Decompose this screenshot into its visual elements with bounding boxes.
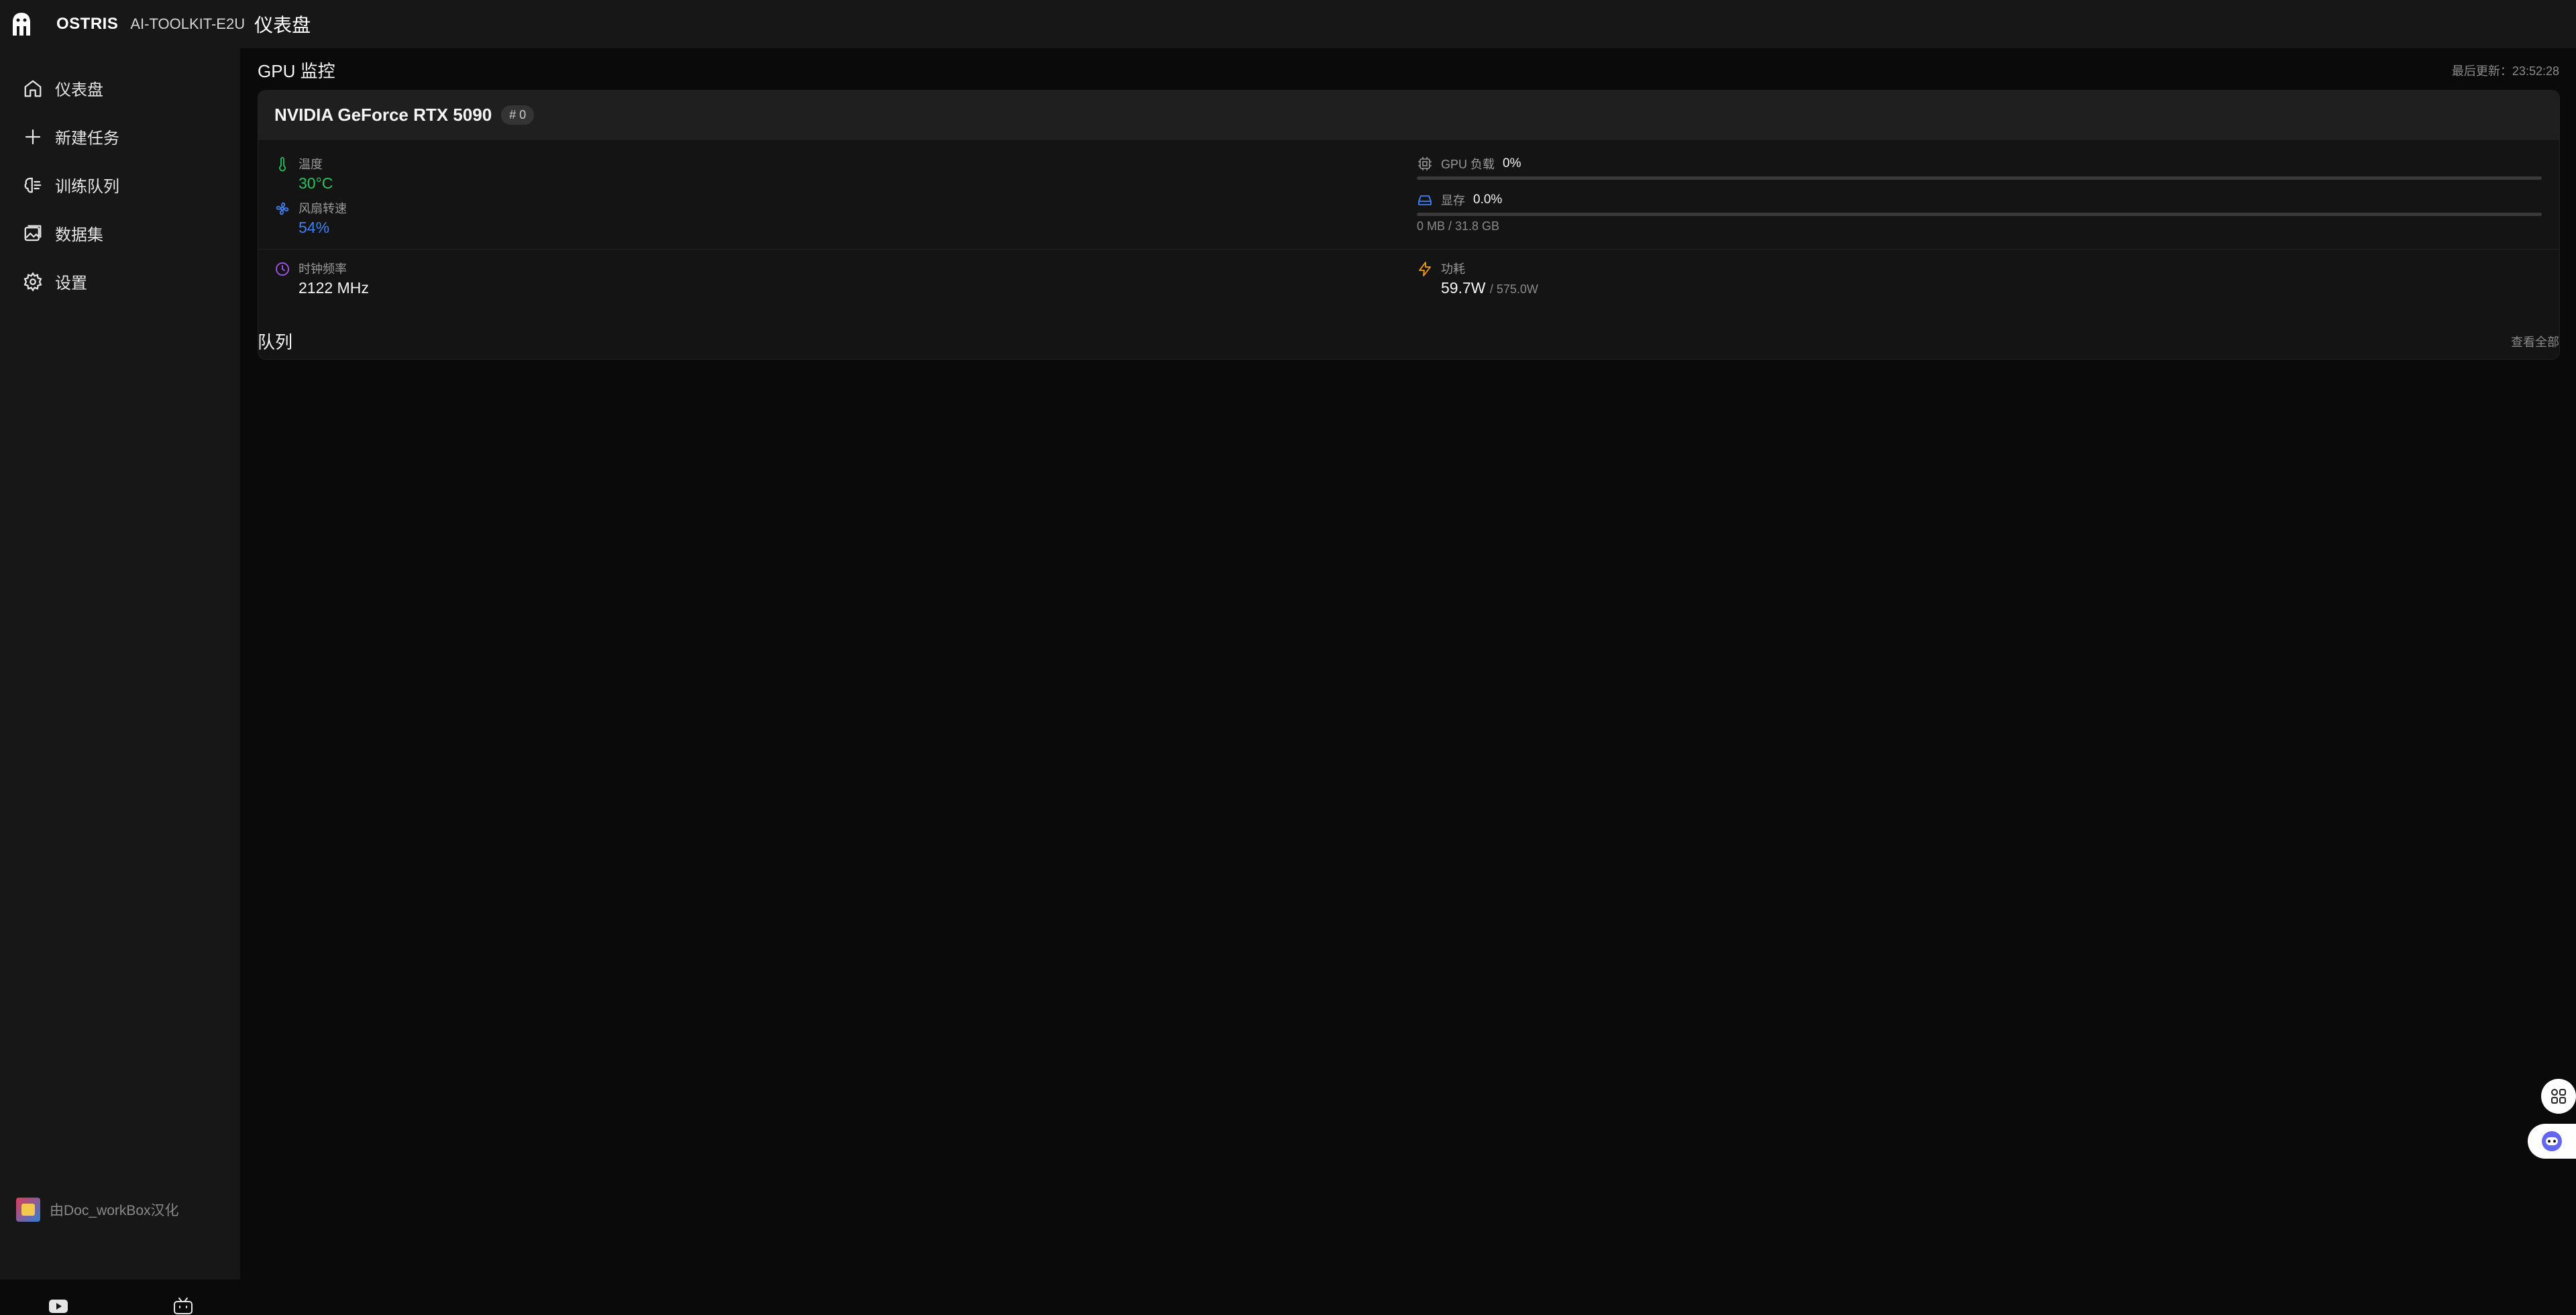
brand-name: OSTRIS bbox=[56, 15, 119, 33]
page-title: 仪表盘 bbox=[254, 15, 311, 36]
memory-icon bbox=[1418, 195, 1432, 205]
ostris-logo-icon[interactable] bbox=[11, 11, 33, 38]
sidebar-item-datasets[interactable]: 数据集 bbox=[23, 221, 103, 245]
chip-icon bbox=[1418, 157, 1432, 170]
grid-icon bbox=[2551, 1089, 2566, 1104]
sidebar-item-label: 仪表盘 bbox=[55, 81, 103, 99]
sidebar-item-settings[interactable]: 设置 bbox=[23, 270, 87, 293]
sidebar-item-training-queue[interactable]: 训练队列 bbox=[23, 173, 119, 197]
fan-icon bbox=[276, 202, 289, 215]
translate-float-button[interactable] bbox=[2541, 1079, 2576, 1114]
power-reading: 59.7W / 575.0W bbox=[1441, 279, 1538, 297]
gpu-name: NVIDIA GeForce RTX 5090 bbox=[274, 104, 492, 125]
robot-icon bbox=[2542, 1131, 2562, 1151]
vram-bar bbox=[1417, 213, 2542, 216]
sidebar-item-label: 设置 bbox=[55, 274, 87, 293]
power-value: 59.7W bbox=[1441, 279, 1486, 297]
images-icon bbox=[24, 225, 42, 241]
gear-icon bbox=[23, 271, 42, 292]
vram-detail: 0 MB / 31.8 GB bbox=[1417, 219, 1500, 233]
localization-credit[interactable]: 由Doc_workBox汉化 bbox=[16, 1198, 179, 1222]
thermometer-icon bbox=[279, 157, 286, 172]
power-label: 功耗 bbox=[1441, 262, 1465, 276]
lightning-icon bbox=[1419, 262, 1431, 276]
gpu-card: NVIDIA GeForce RTX 5090 # 0 温度 30°C 风扇转速… bbox=[258, 90, 2560, 360]
last-update-timestamp: 最后更新：23:52:28 bbox=[2451, 64, 2559, 78]
queue-title: 队列 bbox=[258, 332, 293, 352]
vram-label: 显存 bbox=[1441, 194, 1465, 207]
main-content: GPU 监控 最后更新：23:52:28 NVIDIA GeForce RTX … bbox=[240, 48, 2576, 1279]
gpu-monitor-title: GPU 监控 bbox=[258, 61, 335, 81]
temperature-metric: 温度 30°C bbox=[274, 155, 333, 193]
plus-icon bbox=[25, 129, 41, 144]
sidebar: 仪表盘 新建任务 训练队列 数据集 设置 由Doc_workBox汉化 bbox=[0, 48, 240, 1314]
clock-icon bbox=[276, 262, 289, 276]
sidebar-item-label: 数据集 bbox=[55, 226, 103, 244]
product-name: AI-TOOLKIT-E2U bbox=[130, 15, 246, 32]
temperature-label: 温度 bbox=[299, 158, 323, 171]
gpu-load-bar bbox=[1417, 176, 2542, 180]
credit-label: 由Doc_workBox汉化 bbox=[50, 1203, 179, 1218]
bilibili-icon[interactable] bbox=[173, 1298, 193, 1315]
clock-label: 时钟频率 bbox=[299, 262, 347, 276]
sidebar-item-new-job[interactable]: 新建任务 bbox=[23, 125, 119, 148]
fan-speed-metric: 风扇转速 54% bbox=[274, 199, 347, 237]
clock-metric: 时钟频率 2122 MHz bbox=[274, 260, 369, 297]
home-icon bbox=[24, 80, 42, 97]
vram-value: 0.0% bbox=[1473, 193, 1503, 207]
gpu-card-divider bbox=[258, 249, 2559, 250]
credit-avatar bbox=[16, 1198, 40, 1222]
assistant-float-button[interactable] bbox=[2528, 1124, 2576, 1159]
view-all-link[interactable]: 查看全部 bbox=[2511, 333, 2559, 350]
brain-icon bbox=[24, 177, 42, 193]
fan-speed-value: 54% bbox=[299, 219, 330, 236]
gpu-card-header: NVIDIA GeForce RTX 5090 # 0 bbox=[258, 91, 2559, 140]
sidebar-item-label: 训练队列 bbox=[55, 178, 119, 196]
top-bar: OSTRIS AI-TOOLKIT-E2U 仪表盘 bbox=[0, 0, 2576, 48]
gpu-load-metric: GPU 负载 0% bbox=[1417, 155, 1521, 172]
power-limit: / 575.0W bbox=[1489, 282, 1538, 296]
sidebar-item-dashboard[interactable]: 仪表盘 bbox=[23, 76, 103, 100]
power-metric: 功耗 59.7W / 575.0W bbox=[1417, 260, 1538, 297]
gpu-load-value: 0% bbox=[1503, 156, 1521, 170]
sidebar-item-label: 新建任务 bbox=[55, 129, 119, 148]
clock-value: 2122 MHz bbox=[299, 279, 369, 297]
fan-speed-label: 风扇转速 bbox=[299, 202, 347, 215]
gpu-load-label: GPU 负载 bbox=[1441, 158, 1495, 171]
youtube-icon[interactable] bbox=[48, 1298, 68, 1315]
vram-metric: 显存 0.0% bbox=[1417, 191, 1502, 209]
temperature-value: 30°C bbox=[299, 174, 333, 192]
gpu-index-badge: # 0 bbox=[501, 105, 535, 125]
